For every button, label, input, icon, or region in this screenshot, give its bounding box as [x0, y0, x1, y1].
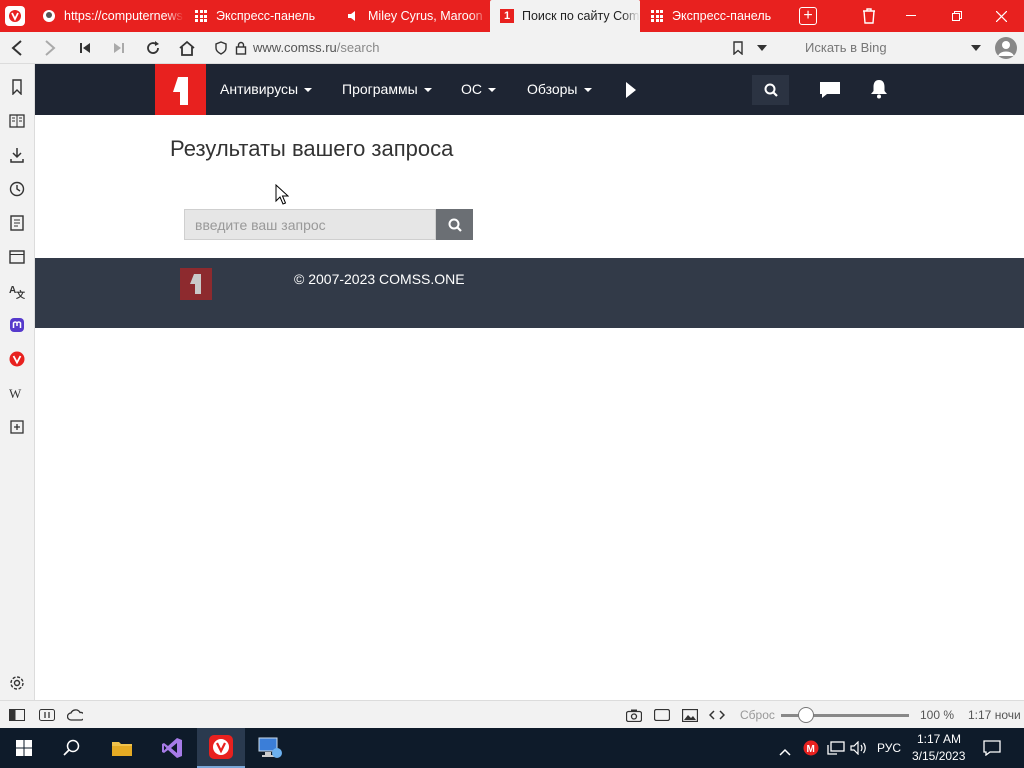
add-panel-icon[interactable] [8, 418, 26, 436]
volume-icon[interactable] [850, 740, 868, 760]
comss-logo[interactable] [155, 64, 206, 115]
close-button[interactable] [978, 0, 1024, 32]
zoom-level: 100 % [920, 708, 955, 722]
search-submit-button[interactable] [436, 209, 473, 240]
comments-icon[interactable] [819, 81, 841, 104]
mouse-cursor-icon [275, 183, 290, 211]
svg-text:W: W [9, 386, 22, 400]
history-icon[interactable] [8, 180, 26, 198]
taskbar-date[interactable]: 3/15/2023 [912, 749, 965, 763]
visual-studio-icon[interactable] [148, 728, 196, 768]
nav-reviews[interactable]: Обзоры [527, 81, 592, 97]
tab-label: Экспресс-панель [672, 9, 772, 23]
nav-more-arrow-icon[interactable] [625, 81, 637, 104]
lock-icon[interactable] [229, 36, 253, 60]
new-tab-button[interactable]: + [799, 7, 817, 25]
zoom-slider-handle[interactable] [798, 707, 814, 723]
page-title: Результаты вашего запроса [170, 136, 454, 161]
speed-dial-icon [650, 9, 664, 23]
downloads-icon[interactable] [8, 146, 26, 164]
chevron-down-icon[interactable] [750, 36, 774, 60]
audio-icon [346, 9, 360, 23]
reload-button[interactable] [141, 36, 165, 60]
site-search-input[interactable] [184, 209, 436, 240]
taskbar-search-icon[interactable] [48, 728, 96, 768]
url-field[interactable]: www.comss.ru/search [253, 40, 379, 55]
tab-computernews[interactable]: https://computernews [32, 0, 184, 32]
tab-speed-dial-1[interactable]: Экспресс-панель [184, 0, 336, 32]
footer-logo[interactable] [180, 268, 212, 300]
reading-list-icon[interactable] [8, 112, 26, 130]
browser-tab-bar: https://computernews Экспресс-панель Mil… [0, 0, 1024, 32]
nav-os[interactable]: ОС [461, 81, 496, 97]
page-actions-code-icon[interactable] [709, 707, 725, 723]
address-bar: www.comss.ru/search Искать в Bing [0, 32, 1024, 86]
nav-programs[interactable]: Программы [342, 81, 432, 97]
network-icon[interactable] [827, 741, 845, 760]
speed-dial-icon [194, 9, 208, 23]
tab-label: https://computernews [64, 9, 183, 23]
bookmarks-panel-icon[interactable] [8, 78, 26, 96]
site-navigation: Антивирусы Программы ОС Обзоры [35, 64, 1024, 115]
footer-copyright: © 2007-2023 COMSS.ONE [294, 271, 465, 287]
rewind-icon[interactable] [73, 36, 97, 60]
svg-text:文: 文 [15, 289, 25, 299]
zoom-reset-label[interactable]: Сброс [740, 708, 775, 722]
tile-tabs-icon[interactable] [39, 707, 55, 723]
sync-cloud-icon[interactable] [67, 707, 83, 723]
tab-miley-cyrus[interactable]: Miley Cyrus, Maroon [336, 0, 488, 32]
vivaldi-taskbar-icon[interactable] [197, 728, 245, 768]
vivaldi-menu-icon[interactable] [5, 6, 25, 26]
forward-button[interactable] [38, 36, 62, 60]
translate-icon[interactable]: A文 [8, 282, 26, 300]
bing-search-field[interactable]: Искать в Bing [805, 40, 887, 55]
settings-gear-icon[interactable] [8, 674, 26, 692]
windows-start-button[interactable] [0, 728, 48, 768]
svg-text:M: M [807, 744, 815, 755]
window-panel-icon[interactable] [8, 248, 26, 266]
tab-comss-search[interactable]: 1 Поиск по сайту Coms [490, 0, 640, 32]
show-hidden-icons-chevron-icon[interactable] [779, 743, 791, 761]
vivaldi-social-icon[interactable] [8, 350, 26, 368]
taskbar-time[interactable]: 1:17 AM [917, 732, 961, 746]
browser-status-bar: Сброс 100 % 1:17 ночи [0, 700, 1024, 728]
remote-desktop-icon[interactable] [246, 728, 294, 768]
keyboard-language[interactable]: РУС [877, 741, 901, 755]
wikipedia-icon[interactable]: W [8, 384, 26, 402]
notifications-bell-icon[interactable] [870, 79, 888, 104]
tab-speed-dial-2[interactable]: Экспресс-панель [640, 0, 792, 32]
page-tiling-icon[interactable] [654, 707, 670, 723]
site-footer: © 2007-2023 COMSS.ONE [35, 258, 1024, 328]
site-icon [42, 9, 56, 23]
notification-center-icon[interactable] [983, 740, 1001, 761]
notes-icon[interactable] [8, 214, 26, 232]
site-search-button[interactable] [752, 75, 789, 105]
tray-app-icon[interactable]: M [803, 740, 819, 761]
fast-forward-icon[interactable] [107, 36, 131, 60]
tab-label: Экспресс-панель [216, 9, 316, 23]
panel-toggle-icon[interactable] [9, 707, 25, 723]
trash-icon[interactable] [861, 7, 877, 25]
back-button[interactable] [5, 36, 29, 60]
restore-button[interactable] [934, 0, 980, 32]
tab-label: Miley Cyrus, Maroon [368, 9, 483, 23]
file-explorer-icon[interactable] [98, 728, 146, 768]
windows-taskbar: M РУС 1:17 AM 3/15/2023 [0, 728, 1024, 768]
status-clock: 1:17 ночи [968, 708, 1021, 722]
chevron-down-icon[interactable] [964, 36, 988, 60]
camera-capture-icon[interactable] [626, 707, 642, 723]
minimize-button[interactable] [888, 0, 934, 32]
home-button[interactable] [175, 36, 199, 60]
nav-antivirus[interactable]: Антивирусы [220, 81, 313, 97]
side-panel: A文 W [0, 64, 35, 700]
comss-logo-icon: 1 [500, 9, 514, 23]
bookmark-icon[interactable] [726, 36, 750, 60]
web-page: Антивирусы Программы ОС Обзоры Результат… [35, 64, 1024, 700]
image-toggle-icon[interactable] [682, 707, 698, 723]
mastodon-icon[interactable] [8, 316, 26, 334]
profile-avatar-icon[interactable] [994, 36, 1018, 60]
